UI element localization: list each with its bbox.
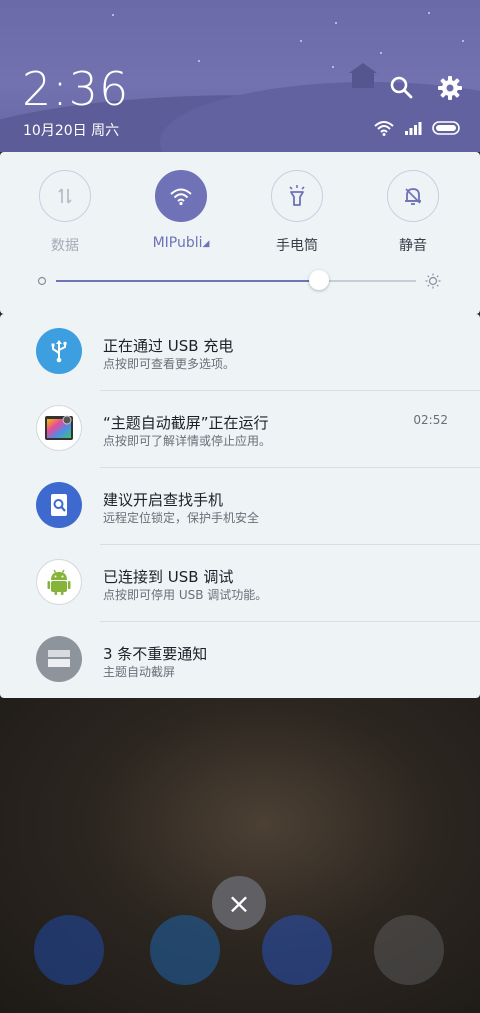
close-icon: × <box>227 886 251 920</box>
brightness-slider-knob[interactable] <box>308 270 329 290</box>
expand-triangle-icon[interactable]: ◢ <box>203 239 210 249</box>
phone-app-icon <box>34 915 104 985</box>
toggle-label: MIPubli◢ <box>141 235 221 251</box>
usb-icon <box>36 328 82 374</box>
date: 10月20日 周六 <box>23 123 120 139</box>
notification-theme-screenshot[interactable]: “主题自动截屏”正在运行 点按即可了解详情或停止应用。 02:52 <box>0 391 480 468</box>
clear-notifications-button[interactable]: × <box>212 876 266 930</box>
notification-subtitle: 远程定位锁定，保护手机安全 <box>103 511 260 525</box>
notification-find-phone[interactable]: 建议开启查找手机 远程定位锁定，保护手机安全 <box>0 468 480 545</box>
notification-title: 3 条不重要通知 <box>103 645 208 663</box>
messages-app-icon <box>262 915 332 985</box>
star <box>300 40 302 42</box>
notification-title: “主题自动截屏”正在运行 <box>103 414 269 432</box>
toggle-label: 手电筒 <box>276 238 318 254</box>
wifi-icon <box>170 188 192 206</box>
android-icon <box>36 559 82 605</box>
data-arrows-icon <box>58 188 72 204</box>
star <box>335 22 337 24</box>
notification-list: 正在通过 USB 充电 点按即可查看更多选项。 “主题自动截屏”正在运行 点按即… <box>0 314 480 698</box>
toggle-silent[interactable]: 静音 <box>373 170 453 255</box>
mobile-data-toggle-button[interactable] <box>39 170 91 222</box>
notification-subtitle: 点按即可查看更多选项。 <box>103 357 236 371</box>
notification-subtitle: 主题自动截屏 <box>103 665 176 679</box>
signal-icon <box>405 122 422 135</box>
brightness-slider-fill <box>56 280 319 282</box>
brightness-low-icon <box>37 276 47 286</box>
notification-subtitle: 点按即可了解详情或停止应用。 <box>103 434 272 448</box>
notification-usb-debugging[interactable]: 已连接到 USB 调试 点按即可停用 USB 调试功能。 <box>0 545 480 622</box>
notification-usb-charging[interactable]: 正在通过 USB 充电 点按即可查看更多选项。 <box>0 314 480 391</box>
star <box>462 40 464 42</box>
wallpaper-house <box>349 63 377 88</box>
wifi-network-name: MIPubli <box>152 235 203 251</box>
star <box>112 14 114 16</box>
wifi-status-icon <box>374 121 394 136</box>
gear-icon[interactable] <box>436 74 464 102</box>
wallpaper-hill <box>160 82 480 152</box>
notification-time: 02:52 <box>413 413 448 427</box>
toggle-label: 静音 <box>399 238 427 254</box>
toggle-mobile-data[interactable]: 数据 <box>25 170 105 255</box>
theme-screenshot-app-icon <box>36 405 82 451</box>
star <box>428 12 430 14</box>
notification-subtitle: 点按即可停用 USB 调试功能。 <box>103 588 268 602</box>
star <box>198 60 200 62</box>
brightness-slider[interactable] <box>56 270 416 290</box>
brightness-high-icon <box>425 273 441 289</box>
notification-shade-header: 2:36 10月20日 周六 <box>0 0 480 152</box>
toggle-wifi[interactable]: MIPubli◢ <box>141 170 221 251</box>
notification-title: 正在通过 USB 充电 <box>103 337 234 355</box>
bell-off-icon <box>405 188 421 205</box>
wifi-toggle-button[interactable] <box>155 170 207 222</box>
browser-app-icon <box>150 915 220 985</box>
clock: 2:36 <box>22 62 130 116</box>
silent-toggle-button[interactable] <box>387 170 439 222</box>
camera-app-icon <box>374 915 444 985</box>
quick-settings-panel: 数据 MIPubli◢ 手电筒 静音 <box>0 152 480 314</box>
star <box>332 66 334 68</box>
folded-notifications-icon <box>36 636 82 682</box>
toggle-flashlight[interactable]: 手电筒 <box>257 170 337 255</box>
notification-folded[interactable]: 3 条不重要通知 主题自动截屏 <box>0 622 480 699</box>
notification-title: 已连接到 USB 调试 <box>103 568 234 586</box>
star <box>380 52 382 54</box>
find-phone-icon <box>36 482 82 528</box>
status-icons <box>374 120 462 136</box>
flashlight-icon <box>289 185 305 206</box>
search-icon[interactable] <box>388 74 416 102</box>
toggle-label: 数据 <box>51 238 79 254</box>
notification-title: 建议开启查找手机 <box>103 491 224 509</box>
battery-icon <box>432 121 460 135</box>
flashlight-toggle-button[interactable] <box>271 170 323 222</box>
